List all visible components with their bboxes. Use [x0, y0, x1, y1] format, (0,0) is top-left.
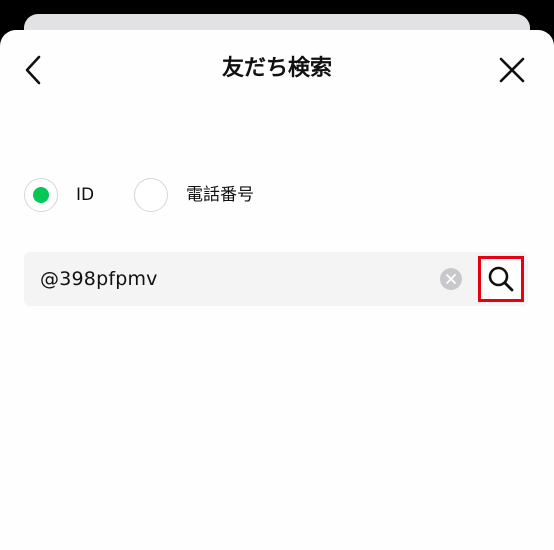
radio-button-selected[interactable]	[24, 178, 58, 212]
search-button[interactable]	[478, 256, 524, 302]
friend-search-sheet: 友だち検索 ID 電話番号 @398pfpmv	[0, 30, 554, 550]
search-icon	[488, 266, 514, 292]
close-icon	[499, 57, 525, 83]
radio-label-id: ID	[76, 185, 95, 205]
radio-option-id[interactable]: ID	[24, 178, 134, 212]
page-title: 友だち検索	[221, 56, 332, 81]
search-input-value[interactable]: @398pfpmv	[40, 267, 158, 291]
radio-label-phone: 電話番号	[186, 185, 254, 205]
search-type-selector: ID 電話番号	[24, 178, 254, 212]
radio-option-phone[interactable]: 電話番号	[134, 178, 254, 212]
radio-button-unselected[interactable]	[134, 178, 168, 212]
search-input[interactable]: @398pfpmv	[24, 252, 528, 306]
clear-button[interactable]	[440, 268, 462, 290]
clear-circle-icon	[446, 274, 456, 284]
radio-dot	[33, 187, 49, 203]
close-button[interactable]	[490, 48, 534, 92]
